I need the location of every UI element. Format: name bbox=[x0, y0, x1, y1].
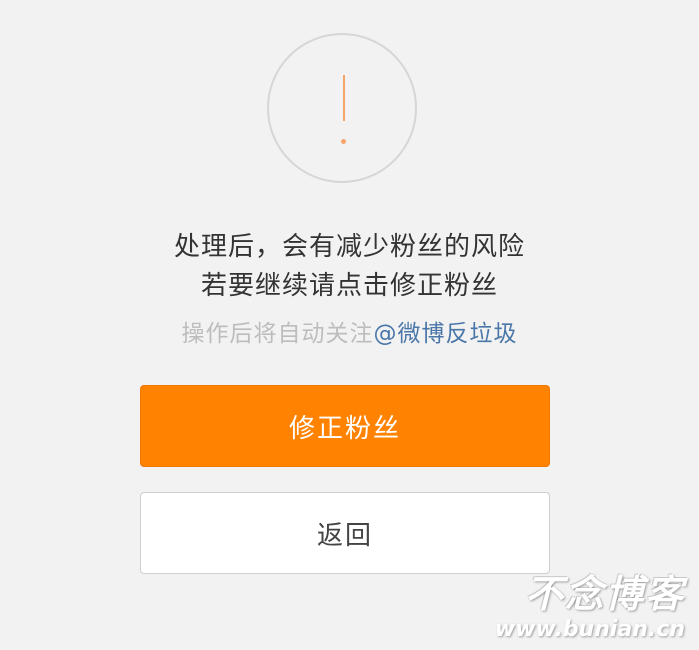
watermark-url: www.bunian.cn bbox=[494, 617, 685, 642]
watermark-title: 不念博客 bbox=[524, 572, 685, 616]
back-button[interactable]: 返回 bbox=[140, 492, 550, 574]
weibo-antispam-link[interactable]: @微博反垃圾 bbox=[374, 321, 518, 347]
exclamation-line bbox=[343, 75, 345, 121]
watermark: 不念博客 www.bunian.cn bbox=[495, 572, 685, 644]
warning-text-line-1: 处理后，会有减少粉丝的风险 bbox=[173, 232, 525, 262]
auto-follow-note: 操作后将自动关注@微博反垃圾 bbox=[0, 314, 699, 348]
alert-circle bbox=[267, 33, 417, 183]
auto-follow-note-text: 操作后将自动关注 bbox=[181, 321, 374, 347]
correct-fans-button[interactable]: 修正粉丝 bbox=[140, 385, 550, 467]
exclamation-dot bbox=[341, 139, 346, 144]
warning-text-line-2: 若要继续请点击修正粉丝 bbox=[200, 271, 498, 301]
fan-correction-screen: 处理后，会有减少粉丝的风险 若要继续请点击修正粉丝 操作后将自动关注@微博反垃圾… bbox=[0, 0, 699, 650]
